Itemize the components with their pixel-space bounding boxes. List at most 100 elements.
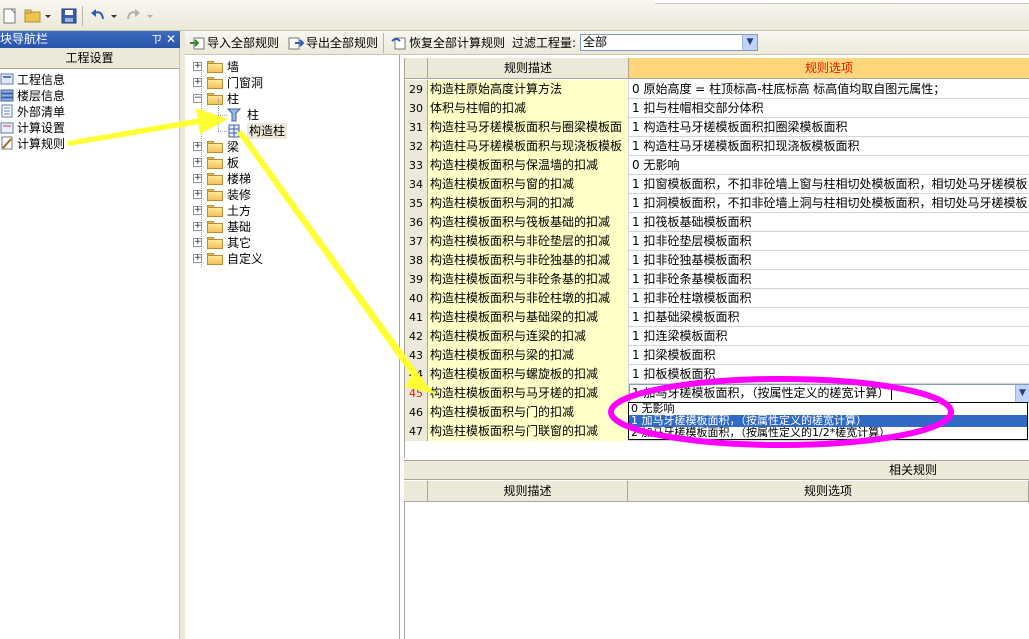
tree-item-9[interactable]: + 土方: [185, 203, 399, 219]
table-row[interactable]: 34 构造柱模板面积与窗的扣减 1 扣窗模板面积，不扣非砼墙上窗与柱相切处模板面积，…: [405, 175, 1029, 194]
row-description[interactable]: 构造柱模板面积与梁的扣减: [428, 346, 629, 365]
tree-item-5[interactable]: + 梁: [185, 139, 399, 155]
row-description[interactable]: 构造柱模板面积与非砼柱墩的扣减: [428, 289, 629, 308]
row-description[interactable]: 构造柱模板面积与门的扣减: [428, 403, 629, 422]
export-all-rules-button[interactable]: 导出全部规则: [288, 35, 378, 51]
undo-icon[interactable]: [89, 7, 107, 25]
row-description[interactable]: 构造柱模板面积与基础梁的扣减: [428, 308, 629, 327]
row-option[interactable]: 1 扣基础梁模板面积: [629, 308, 1029, 327]
col-header-option[interactable]: 规则选项: [629, 58, 1029, 79]
row-option-editor[interactable]: 1 加马牙槎模板面积，（按属性定义的槎宽计算）| ▼: [629, 384, 1029, 403]
collapse-icon[interactable]: −: [193, 94, 202, 103]
row-description[interactable]: 构造柱模板面积与非砼条基的扣减: [428, 270, 629, 289]
table-row[interactable]: 38 构造柱模板面积与非砼独基的扣减 1 扣非砼独基模板面积: [405, 251, 1029, 270]
tree-item-7[interactable]: + 楼梯: [185, 171, 399, 187]
table-row[interactable]: 33 构造柱模板面积与保温墙的扣减 0 无影响: [405, 156, 1029, 175]
expand-icon[interactable]: +: [193, 190, 202, 199]
dropdown-option[interactable]: 1 加马牙槎模板面积，（按属性定义的槎宽计算）: [629, 415, 1027, 427]
nav-item-external-list[interactable]: 外部清单: [0, 104, 65, 120]
table-row[interactable]: 45 构造柱模板面积与马牙槎的扣减 1 加马牙槎模板面积，（按属性定义的槎宽计算）|…: [405, 384, 1029, 403]
table-row[interactable]: 39 构造柱模板面积与非砼条基的扣减 1 扣非砼条基模板面积: [405, 270, 1029, 289]
table-row[interactable]: 42 构造柱模板面积与连梁的扣减 1 扣连梁模板面积: [405, 327, 1029, 346]
expand-icon[interactable]: +: [193, 142, 202, 151]
expand-icon[interactable]: +: [193, 62, 202, 71]
row-description[interactable]: 体积与柱帽的扣减: [428, 99, 629, 118]
chevron-down-icon[interactable]: ▼: [1015, 385, 1029, 402]
expand-icon[interactable]: +: [193, 222, 202, 231]
row-option[interactable]: 1 扣窗模板面积，不扣非砼墙上窗与柱相切处模板面积，相切处马牙槎模板: [629, 175, 1029, 194]
tree-item-0[interactable]: + 墙: [185, 59, 399, 75]
redo-icon[interactable]: [124, 7, 142, 25]
table-row[interactable]: 31 构造柱马牙槎模板面积与圈梁模板面 1 构造柱马牙槎模板面积扣圈梁模板面积: [405, 118, 1029, 137]
row-option[interactable]: 1 扣非砼独基模板面积: [629, 251, 1029, 270]
row-option[interactable]: 1 扣连梁模板面积: [629, 327, 1029, 346]
related-col-header-option[interactable]: 规则选项: [628, 481, 1029, 502]
row-description[interactable]: 构造柱模板面积与门联窗的扣减: [428, 422, 629, 441]
row-description[interactable]: 构造柱马牙槎模板面积与圈梁模板面: [428, 118, 629, 137]
row-option[interactable]: 1 构造柱马牙槎模板面积扣圈梁模板面积: [629, 118, 1029, 137]
nav-section-header[interactable]: 工程设置: [0, 48, 179, 69]
pin-icon[interactable]: ㄗ: [151, 31, 162, 48]
undo-dropdown-icon[interactable]: [110, 7, 118, 25]
row-description[interactable]: 构造柱模板面积与非砼独基的扣减: [428, 251, 629, 270]
dropdown-option[interactable]: 2 加马牙槎模板面积，（按属性定义的1/2*槎宽计算）: [629, 427, 1027, 439]
save-icon[interactable]: [60, 7, 78, 25]
open-dropdown-icon[interactable]: [44, 7, 52, 25]
close-icon[interactable]: ✕: [166, 31, 176, 48]
table-row[interactable]: 37 构造柱模板面积与非砼垫层的扣减 1 扣非砼垫层模板面积: [405, 232, 1029, 251]
nav-item-floor-info[interactable]: 楼层信息: [0, 88, 65, 104]
table-row[interactable]: 30 体积与柱帽的扣减 1 扣与柱帽相交部分体积: [405, 99, 1029, 118]
row-option[interactable]: 1 扣非砼条基模板面积: [629, 270, 1029, 289]
tree-item-6[interactable]: + 板: [185, 155, 399, 171]
row-option[interactable]: 1 扣筏板基础模板面积: [629, 213, 1029, 232]
tree-item-10[interactable]: + 基础: [185, 219, 399, 235]
filter-quantity-select[interactable]: 全部 ▼: [580, 34, 758, 51]
row-description[interactable]: 构造柱模板面积与马牙槎的扣减: [428, 384, 629, 403]
table-row[interactable]: 40 构造柱模板面积与非砼柱墩的扣减 1 扣非砼柱墩模板面积: [405, 289, 1029, 308]
chevron-down-icon[interactable]: ▼: [742, 35, 757, 50]
redo-dropdown-icon[interactable]: [146, 7, 154, 25]
table-row[interactable]: 43 构造柱模板面积与梁的扣减 1 扣梁模板面积: [405, 346, 1029, 365]
row-description[interactable]: 构造柱模板面积与筏板基础的扣减: [428, 213, 629, 232]
related-col-header-desc[interactable]: 规则描述: [428, 481, 628, 502]
import-all-rules-button[interactable]: 导入全部规则: [189, 35, 279, 51]
open-folder-icon[interactable]: [24, 7, 44, 25]
nav-item-project-info[interactable]: 工程信息: [0, 72, 65, 88]
row-option[interactable]: 0 原始高度 = 柱顶标高-柱底标高 标高值均取自图元属性；: [629, 80, 1029, 99]
nav-item-calc-settings[interactable]: 计算设置: [0, 120, 65, 136]
tree-item-1[interactable]: + 门窗洞: [185, 75, 399, 91]
tree-item-12[interactable]: + 自定义: [185, 251, 399, 267]
tree-item-11[interactable]: + 其它: [185, 235, 399, 251]
row-description[interactable]: 构造柱模板面积与洞的扣减: [428, 194, 629, 213]
new-file-icon[interactable]: [2, 7, 18, 25]
table-row[interactable]: 32 构造柱马牙槎模板面积与现浇板模板 1 构造柱马牙槎模板面积扣现浇板模板面积: [405, 137, 1029, 156]
row-option[interactable]: 0 无影响: [629, 156, 1029, 175]
table-row[interactable]: 41 构造柱模板面积与基础梁的扣减 1 扣基础梁模板面积: [405, 308, 1029, 327]
expand-icon[interactable]: +: [193, 206, 202, 215]
expand-icon[interactable]: +: [193, 174, 202, 183]
expand-icon[interactable]: +: [193, 238, 202, 247]
row-description[interactable]: 构造柱模板面积与螺旋板的扣减: [428, 365, 629, 384]
row-description[interactable]: 构造柱模板面积与窗的扣减: [428, 175, 629, 194]
row-option[interactable]: 1 扣梁模板面积: [629, 346, 1029, 365]
table-row[interactable]: 44 构造柱模板面积与螺旋板的扣减 1 扣板模板面积: [405, 365, 1029, 384]
row-option[interactable]: 1 扣非砼柱墩模板面积: [629, 289, 1029, 308]
table-row[interactable]: 36 构造柱模板面积与筏板基础的扣减 1 扣筏板基础模板面积: [405, 213, 1029, 232]
row-option[interactable]: 1 扣洞模板面积，不扣非砼墙上洞与柱相切处模板面积，相切处马牙槎模板: [629, 194, 1029, 213]
nav-item-calc-rules[interactable]: 计算规则: [0, 136, 65, 152]
row-description[interactable]: 构造柱模板面积与非砼垫层的扣减: [428, 232, 629, 251]
table-row[interactable]: 29 构造柱原始高度计算方法 0 原始高度 = 柱顶标高-柱底标高 标高值均取自图元…: [405, 80, 1029, 99]
expand-icon[interactable]: +: [193, 254, 202, 263]
restore-all-rules-button[interactable]: 恢复全部计算规则: [391, 35, 505, 51]
col-header-desc[interactable]: 规则描述: [428, 58, 629, 79]
row-description[interactable]: 构造柱原始高度计算方法: [428, 80, 629, 99]
row-option[interactable]: 1 构造柱马牙槎模板面积扣现浇板模板面积: [629, 137, 1029, 156]
row-option[interactable]: 1 扣非砼垫层模板面积: [629, 232, 1029, 251]
row-description[interactable]: 构造柱马牙槎模板面积与现浇板模板: [428, 137, 629, 156]
row-option[interactable]: 1 扣板模板面积: [629, 365, 1029, 384]
row-option[interactable]: 1 扣与柱帽相交部分体积: [629, 99, 1029, 118]
tree-item-8[interactable]: + 装修: [185, 187, 399, 203]
row-description[interactable]: 构造柱模板面积与连梁的扣减: [428, 327, 629, 346]
table-row[interactable]: 35 构造柱模板面积与洞的扣减 1 扣洞模板面积，不扣非砼墙上洞与柱相切处模板面积，…: [405, 194, 1029, 213]
expand-icon[interactable]: +: [193, 158, 202, 167]
